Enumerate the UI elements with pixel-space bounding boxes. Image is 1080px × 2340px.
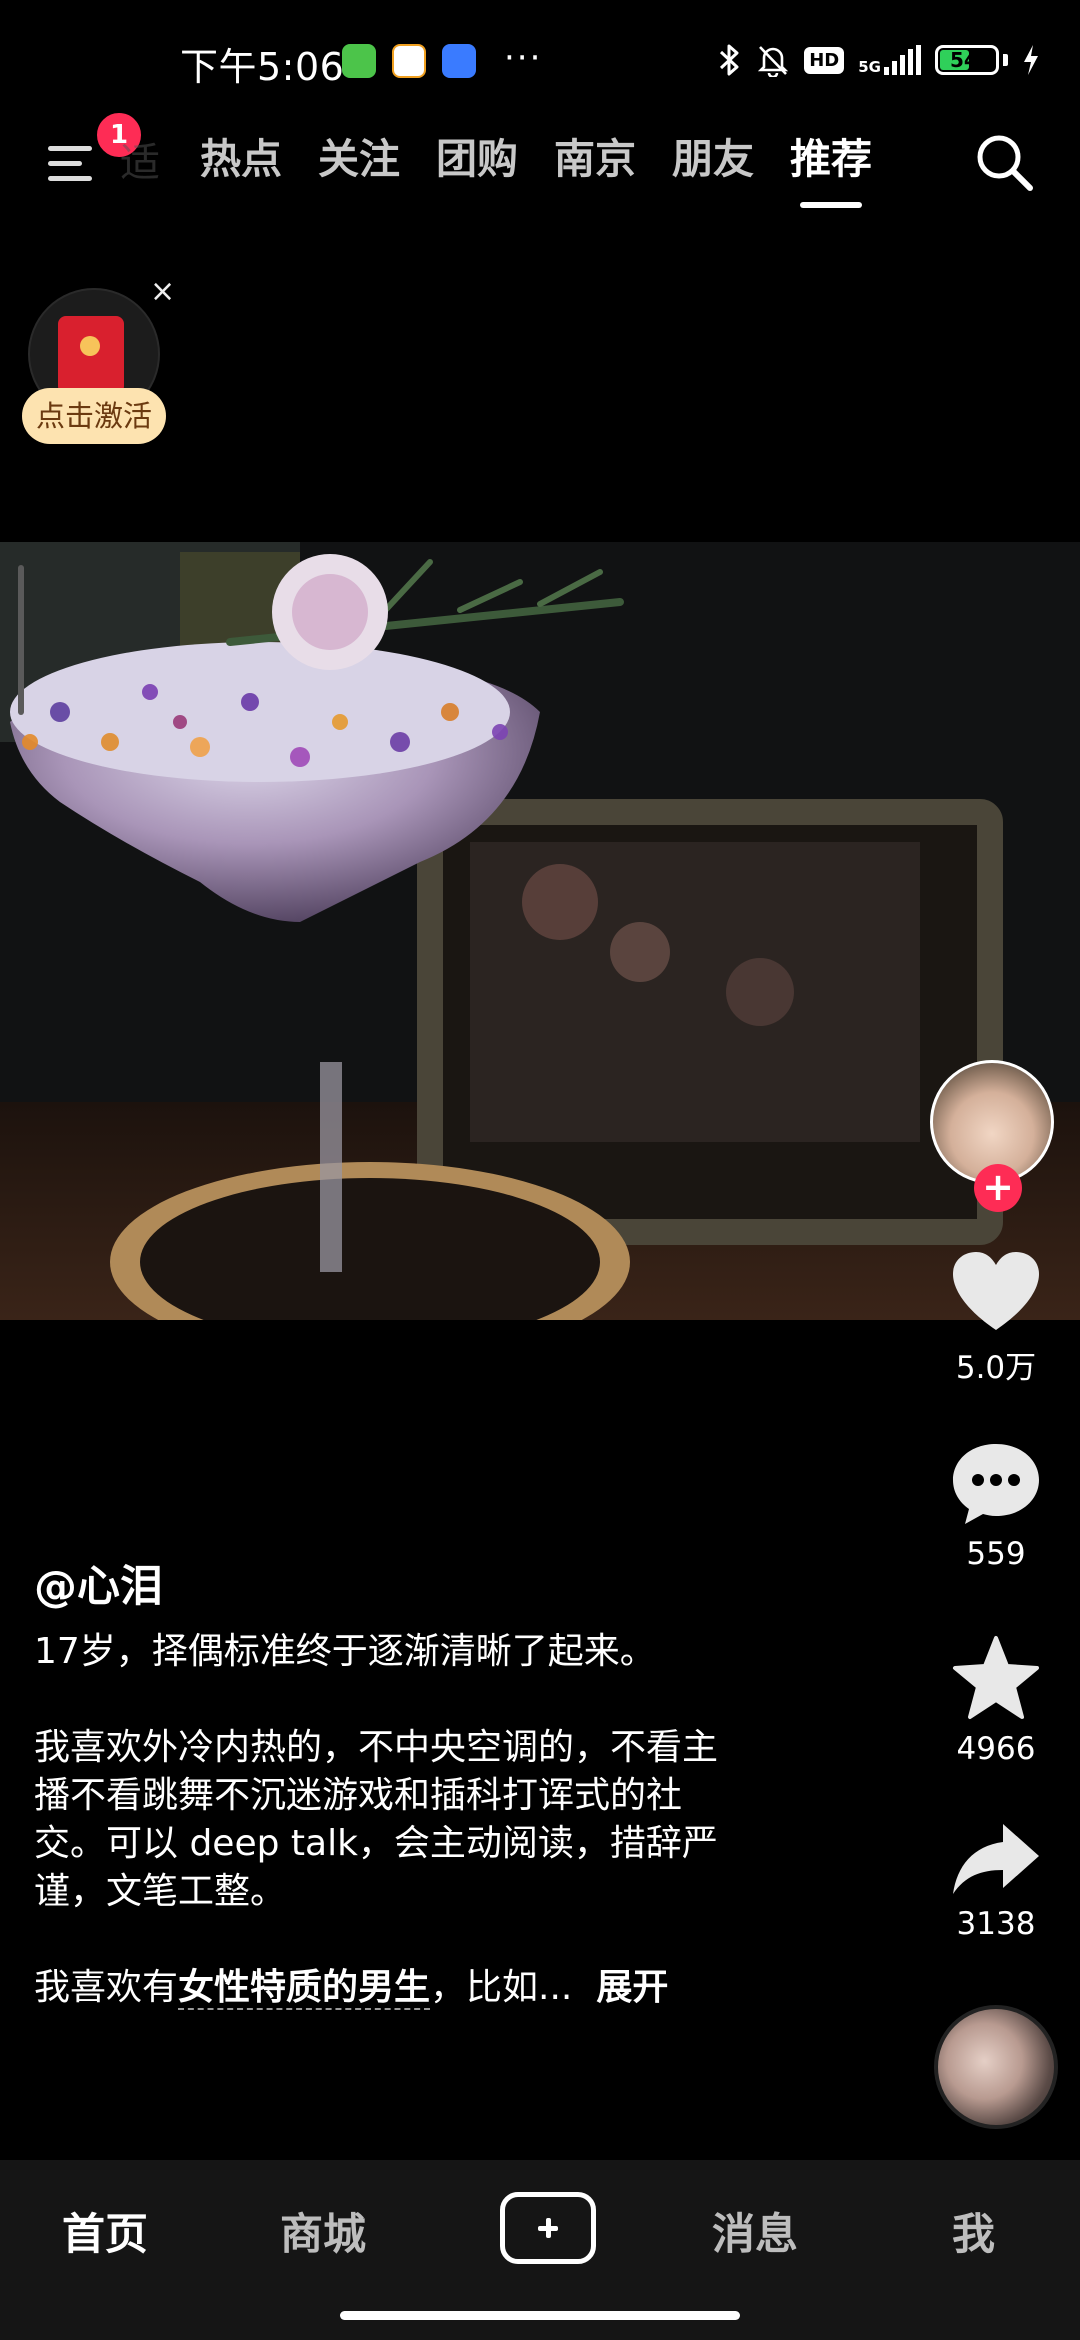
close-icon[interactable]: × — [150, 274, 175, 309]
nav-tabs: 热点 关注 团购 南京 朋友 推荐 — [200, 124, 872, 208]
favorite-button[interactable]: 4966 — [926, 1635, 1066, 1767]
cocktail-video-image — [0, 542, 1080, 1320]
hd-badge: HD — [804, 46, 845, 74]
comment-icon — [953, 1444, 1039, 1524]
more-notifications-icon: ··· — [504, 38, 543, 78]
follow-button[interactable]: + — [974, 1164, 1022, 1212]
favorite-count: 4966 — [956, 1731, 1036, 1767]
video-feed-page: 下午5:06 ··· HD 5G 54 1 适 热点 关注 团购 南京 朋友 推… — [0, 0, 1080, 2340]
caption-line-4: 交。可以 deep talk，会主动阅读，措辞严 — [34, 1823, 718, 1864]
comment-button[interactable]: 559 — [926, 1440, 1066, 1572]
caption-line-3: 播不看跳舞不沉迷游戏和插科打诨式的社 — [34, 1775, 683, 1816]
mute-bell-icon — [758, 46, 789, 77]
like-button[interactable]: 5.0万 — [926, 1250, 1066, 1387]
battery-cap — [1003, 54, 1008, 66]
expand-button[interactable]: 展开 — [596, 1967, 668, 2008]
create-post-button[interactable] — [500, 2192, 596, 2264]
tab-friends[interactable]: 朋友 — [672, 124, 754, 194]
tab-hot[interactable]: 热点 — [200, 124, 282, 194]
tab-me[interactable]: 我 — [952, 2200, 995, 2262]
caption-highlight-link[interactable]: 女性特质的男生 — [178, 1967, 431, 2010]
status-bar: 下午5:06 ··· HD 5G 54 — [0, 0, 1080, 120]
red-envelope-icon — [58, 316, 124, 394]
tab-mall[interactable]: 商城 — [280, 2200, 366, 2262]
app-notification-icon — [442, 44, 476, 78]
bluetooth-icon — [720, 44, 739, 76]
share-icon — [953, 1824, 1039, 1894]
top-nav: 1 适 热点 关注 团购 南京 朋友 推荐 — [0, 110, 1080, 220]
caption-line-6-suffix: ，比如... — [430, 1967, 573, 2008]
status-time: 下午5:06 — [180, 45, 345, 89]
tab-nanjing[interactable]: 南京 — [554, 124, 636, 194]
share-button[interactable]: 3138 — [926, 1820, 1066, 1942]
battery-icon: 54 — [935, 45, 999, 75]
nav-tab-faded[interactable]: 适 — [120, 130, 160, 188]
video-player[interactable] — [0, 542, 1080, 1320]
activate-label[interactable]: 点击激活 — [22, 388, 167, 444]
tab-group-buy[interactable]: 团购 — [436, 124, 518, 194]
charging-icon — [1024, 45, 1038, 75]
network-indicator: 5G — [858, 45, 921, 75]
red-packet-widget[interactable]: × 点击激活 — [22, 274, 175, 450]
status-indicators: HD 5G 54 — [718, 40, 1040, 80]
comment-count: 559 — [966, 1536, 1026, 1572]
caption-line-6-prefix: 我喜欢有 — [34, 1967, 179, 2008]
battery-percent: 54 — [950, 48, 978, 72]
author-name[interactable]: @心泪 — [34, 1552, 834, 1614]
share-count: 3138 — [956, 1906, 1036, 1942]
wechat-notification-icon — [342, 44, 376, 78]
tab-home[interactable]: 首页 — [62, 2200, 148, 2262]
video-caption: @心泪 17岁，择偶标准终于逐渐清晰了起来。 我喜欢外冷内热的，不中央空调的，不… — [34, 1552, 834, 2012]
home-indicator[interactable] — [340, 2311, 740, 2320]
network-type: 5G — [858, 58, 881, 76]
star-icon — [953, 1636, 1039, 1719]
like-count: 5.0万 — [955, 1350, 1037, 1386]
caption-line-5: 谨，文笔工整。 — [34, 1871, 287, 1912]
bottom-tab-bar: 首页 商城 消息 我 — [0, 2160, 1080, 2340]
tab-following[interactable]: 关注 — [318, 124, 400, 194]
tab-recommended[interactable]: 推荐 — [790, 124, 872, 208]
heart-icon — [953, 1252, 1039, 1330]
search-icon[interactable] — [972, 130, 1036, 194]
caption-line-1: 17岁，择偶标准终于逐渐清晰了起来。 — [34, 1631, 656, 1672]
signal-icon — [884, 45, 921, 75]
app-58-notification-icon — [392, 44, 426, 78]
caption-line-6: 我喜欢有女性特质的男生，比如... 展开 — [34, 1964, 834, 2012]
tab-messages[interactable]: 消息 — [712, 2200, 798, 2262]
caption-line-2: 我喜欢外冷内热的，不中央空调的，不看主 — [34, 1727, 719, 1768]
scroll-indicator — [18, 565, 24, 715]
music-disc[interactable] — [934, 2005, 1058, 2129]
author-avatar-wrap[interactable]: + — [930, 1060, 1058, 1212]
